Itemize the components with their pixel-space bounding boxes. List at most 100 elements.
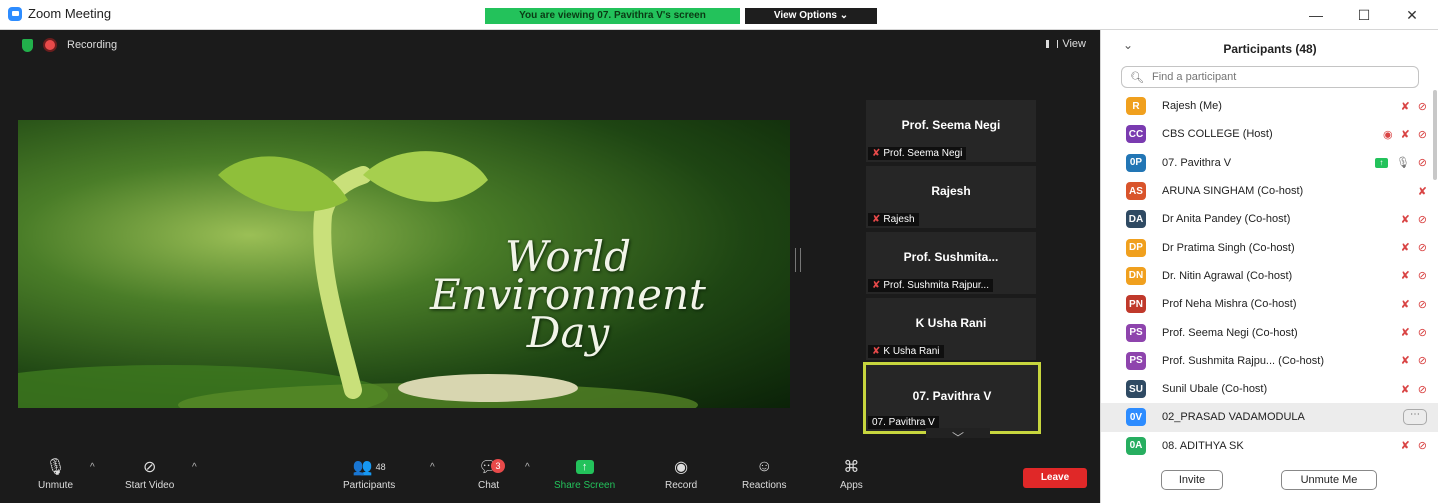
video-off-icon: ⊘ <box>1417 100 1427 113</box>
mic-muted-icon: ✘ <box>1400 242 1410 255</box>
mic-muted-icon: ✘ <box>1400 100 1410 113</box>
video-tile[interactable]: Rajesh ✘ Rajesh <box>866 166 1036 228</box>
participant-row[interactable]: CC CBS COLLEGE (Host) ◉ ✘ ⊘ <box>1101 120 1438 148</box>
video-off-icon: ⊘ <box>1417 355 1427 368</box>
participants-title: Participants (48) <box>1223 42 1317 56</box>
close-button[interactable]: ✕ <box>1402 7 1422 24</box>
participants-options-chevron-icon[interactable]: ^ <box>430 462 435 473</box>
video-off-icon: ⊘ <box>1417 270 1427 283</box>
start-video-button[interactable]: ⊘ Start Video <box>125 458 174 491</box>
avatar: 0A <box>1126 436 1146 455</box>
participant-row[interactable]: 0P 07. Pavithra V ↑ 🎙︎ ⊘ <box>1101 149 1438 177</box>
mic-muted-icon: ✘ <box>1400 298 1410 311</box>
video-off-icon: ⊘ <box>1417 242 1427 255</box>
participant-search[interactable]: 🔍︎ <box>1121 66 1419 88</box>
mic-muted-icon: ✘ <box>1400 355 1410 368</box>
participant-name: ARUNA SINGHAM (Co-host) <box>1162 185 1304 198</box>
participant-search-input[interactable] <box>1149 70 1414 84</box>
avatar: DN <box>1126 266 1146 285</box>
participant-row[interactable]: R Rajesh (Me) ✘ ⊘ <box>1101 92 1438 120</box>
video-off-icon: ⊘ <box>1417 383 1427 396</box>
chat-options-chevron-icon[interactable]: ^ <box>525 462 530 473</box>
recording-label: Recording <box>67 39 118 51</box>
start-video-label: Start Video <box>125 480 175 491</box>
audio-options-chevron-icon[interactable]: ^ <box>90 462 95 473</box>
reactions-label: Reactions <box>742 480 787 491</box>
participant-row[interactable]: SU Sunil Ubale (Co-host) ✘ ⊘ <box>1101 375 1438 403</box>
record-icon: ◉ <box>674 459 689 476</box>
tile-label-text: Rajesh <box>883 214 915 225</box>
reactions-button[interactable]: ☺ Reactions <box>742 458 786 491</box>
video-tile-active-speaker[interactable]: 07. Pavithra V 07. Pavithra V <box>863 362 1041 434</box>
view-options-button[interactable]: View Options ⌄ <box>745 8 877 24</box>
tile-label: ✘ Rajesh <box>868 213 919 226</box>
tile-label-text: Prof. Sushmita Rajpur... <box>883 280 989 291</box>
participant-name: CBS COLLEGE (Host) <box>1162 128 1273 141</box>
share-screen-icon: ↑ <box>575 458 594 476</box>
participant-name: Dr. Nitin Agrawal (Co-host) <box>1162 269 1293 282</box>
minimize-button[interactable]: — <box>1306 7 1326 23</box>
tile-label-text: Prof. Seema Negi <box>883 148 963 159</box>
avatar: DP <box>1126 238 1146 257</box>
video-off-icon: ⊘ <box>1417 440 1427 453</box>
video-off-icon: ⊘ <box>1417 298 1427 311</box>
participant-row[interactable]: DP Dr Pratima Singh (Co-host) ✘ ⊘ <box>1101 233 1438 261</box>
participant-name: Rajesh (Me) <box>1162 100 1222 113</box>
participant-row[interactable]: PS Prof. Sushmita Rajpu... (Co-host) ✘ ⊘ <box>1101 347 1438 375</box>
video-tile[interactable]: Prof. Sushmita... ✘ Prof. Sushmita Rajpu… <box>866 232 1036 294</box>
reactions-icon: ☺ <box>756 458 773 475</box>
mic-muted-icon: ✘ <box>872 214 881 225</box>
video-off-icon: ⊘ <box>1417 157 1427 170</box>
tile-name: Prof. Sushmita... <box>903 250 999 264</box>
view-button[interactable]: View <box>1046 38 1086 50</box>
participant-name: Sunil Ubale (Co-host) <box>1162 383 1268 396</box>
mic-muted-icon: ✘ <box>872 148 881 159</box>
unmute-button[interactable]: 🎙︎ Unmute <box>38 458 73 491</box>
video-tile[interactable]: Prof. Seema Negi ✘ Prof. Seema Negi <box>866 100 1036 162</box>
app-title: Zoom Meeting <box>8 6 111 21</box>
participant-name: 08. ADITHYA SK <box>1162 439 1244 452</box>
security-shield-icon[interactable] <box>22 38 33 52</box>
participant-row[interactable]: DN Dr. Nitin Agrawal (Co-host) ✘ ⊘ <box>1101 262 1438 290</box>
apps-button[interactable]: ⌘ Apps <box>840 458 863 491</box>
video-off-icon: ⊘ <box>142 459 157 476</box>
participants-panel: ⌄ Participants (48) 🔍︎ R Rajesh (Me) ✘ ⊘ … <box>1100 30 1438 503</box>
more-options-icon[interactable]: ⋯ <box>1403 409 1427 426</box>
mic-muted-icon: ✘ <box>1400 440 1410 453</box>
split-drag-handle[interactable] <box>795 248 801 272</box>
mic-muted-icon: ✘ <box>1400 128 1410 141</box>
video-off-icon: ⊘ <box>1417 213 1427 226</box>
participant-row[interactable]: DA Dr Anita Pandey (Co-host) ✘ ⊘ <box>1101 205 1438 233</box>
tile-label-text: K Usha Rani <box>883 346 940 357</box>
leave-button[interactable]: Leave <box>1023 468 1087 488</box>
view-layout-icon <box>1046 40 1059 48</box>
avatar: 0P <box>1126 153 1146 172</box>
apps-label: Apps <box>840 480 863 491</box>
participant-row[interactable]: PN Prof Neha Mishra (Co-host) ✘ ⊘ <box>1101 290 1438 318</box>
avatar: 0V <box>1126 408 1146 427</box>
tile-label: ✘ Prof. Seema Negi <box>868 147 967 160</box>
participant-row[interactable]: 0A 08. ADITHYA SK ✘ ⊘ <box>1101 432 1438 460</box>
maximize-button[interactable]: ☐ <box>1354 7 1374 24</box>
participant-row[interactable]: 0V 02_PRASAD VADAMODULA ⋯ <box>1101 403 1438 432</box>
video-tile[interactable]: K Usha Rani ✘ K Usha Rani <box>866 298 1036 360</box>
mic-muted-icon: ✘ <box>1417 185 1427 198</box>
chat-label: Chat <box>478 480 500 491</box>
video-options-chevron-icon[interactable]: ^ <box>192 462 197 473</box>
participant-row[interactable]: AS ARUNA SINGHAM (Co-host) ✘ <box>1101 177 1438 205</box>
viewing-banner: You are viewing 07. Pavithra V's screen <box>485 8 740 24</box>
participant-row[interactable]: PS Prof. Seema Negi (Co-host) ✘ ⊘ <box>1101 318 1438 346</box>
participants-count: 48 <box>375 462 386 472</box>
participant-name: Prof Neha Mishra (Co-host) <box>1162 298 1297 311</box>
avatar: R <box>1126 97 1146 116</box>
mic-muted-icon: ✘ <box>1400 213 1410 226</box>
unmute-me-button[interactable]: Unmute Me <box>1281 470 1377 490</box>
participant-name: Prof. Seema Negi (Co-host) <box>1162 326 1298 339</box>
share-screen-button[interactable]: ↑ Share Screen <box>554 458 615 491</box>
mic-muted-icon: ✘ <box>872 280 881 291</box>
unmute-label: Unmute <box>38 480 74 491</box>
record-button[interactable]: ◉ Record <box>665 458 697 491</box>
invite-button[interactable]: Invite <box>1161 470 1223 490</box>
video-off-icon: ⊘ <box>1417 128 1427 141</box>
participants-button[interactable]: 👥 48 Participants <box>343 458 395 491</box>
